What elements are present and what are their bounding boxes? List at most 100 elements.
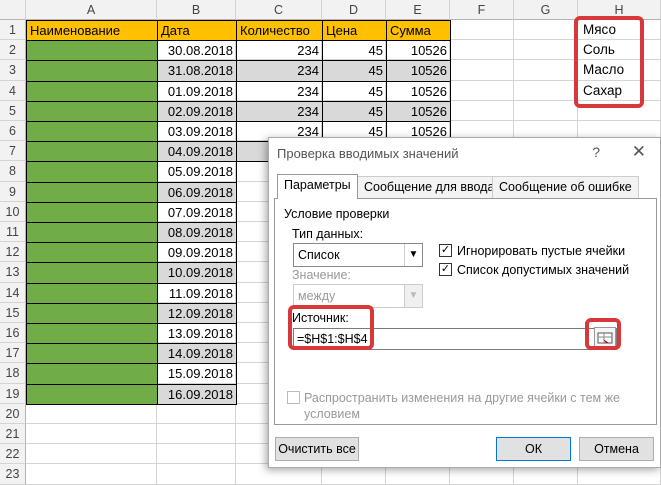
row-header-7[interactable]: 7: [0, 141, 26, 162]
grid-cell[interactable]: [450, 20, 514, 41]
row-header-20[interactable]: 20: [0, 403, 26, 424]
grid-cell[interactable]: [26, 403, 157, 424]
grid-cell[interactable]: [26, 424, 157, 445]
sum-cell[interactable]: 10526: [386, 40, 451, 62]
date-cell[interactable]: 10.09.2018: [157, 262, 237, 284]
ignore-blank-checkbox[interactable]: ✓: [439, 244, 452, 257]
price-cell[interactable]: 45: [322, 100, 387, 122]
column-header-b[interactable]: B: [157, 0, 236, 20]
date-cell[interactable]: 09.09.2018: [157, 242, 237, 264]
sum-cell[interactable]: 10526: [386, 80, 451, 102]
row-header-21[interactable]: 21: [0, 424, 26, 445]
column-header-g[interactable]: G: [514, 0, 578, 20]
row-header-22[interactable]: 22: [0, 444, 26, 465]
row-header-2[interactable]: 2: [0, 40, 26, 61]
tab-input-message[interactable]: Сообщение для ввода: [357, 176, 502, 198]
type-dropdown[interactable]: Список ▼: [293, 243, 423, 267]
grid-cell[interactable]: [157, 424, 236, 445]
row-header-5[interactable]: 5: [0, 100, 26, 121]
name-cell[interactable]: [26, 383, 158, 405]
qty-cell[interactable]: 234: [236, 40, 323, 62]
name-cell[interactable]: [26, 343, 158, 365]
date-cell[interactable]: 07.09.2018: [157, 201, 237, 223]
qty-cell[interactable]: 234: [236, 60, 323, 82]
row-header-15[interactable]: 15: [0, 302, 26, 323]
name-cell[interactable]: [26, 302, 158, 324]
date-cell[interactable]: 14.09.2018: [157, 343, 237, 365]
name-cell[interactable]: [26, 242, 158, 264]
grid-cell[interactable]: [26, 464, 157, 485]
sum-cell[interactable]: 10526: [386, 60, 451, 82]
name-cell[interactable]: [26, 121, 158, 143]
row-header-8[interactable]: 8: [0, 161, 26, 182]
name-cell[interactable]: [26, 262, 158, 284]
date-cell[interactable]: 31.08.2018: [157, 60, 237, 82]
clear-all-button[interactable]: Очистить все: [275, 437, 359, 461]
row-header-17[interactable]: 17: [0, 343, 26, 364]
sum-cell[interactable]: 10526: [386, 100, 451, 122]
cancel-button[interactable]: Отмена: [579, 437, 654, 461]
tab-error-alert[interactable]: Сообщение об ошибке: [492, 176, 639, 198]
name-cell[interactable]: [26, 100, 158, 122]
row-header-14[interactable]: 14: [0, 282, 26, 303]
date-cell[interactable]: 15.09.2018: [157, 363, 237, 385]
grid-cell[interactable]: [26, 444, 157, 465]
row-header-12[interactable]: 12: [0, 242, 26, 263]
tab-settings[interactable]: Параметры: [277, 174, 358, 199]
qty-cell[interactable]: 234: [236, 80, 323, 102]
name-cell[interactable]: [26, 80, 158, 102]
name-cell[interactable]: [26, 181, 158, 203]
name-cell[interactable]: [26, 282, 158, 304]
row-header-19[interactable]: 19: [0, 383, 26, 404]
row-header-3[interactable]: 3: [0, 60, 26, 81]
name-cell[interactable]: [26, 161, 158, 183]
ok-button[interactable]: ОК: [496, 437, 571, 461]
name-cell[interactable]: [26, 40, 158, 62]
select-all-corner[interactable]: [0, 0, 26, 20]
grid-cell[interactable]: [450, 100, 514, 121]
grid-cell[interactable]: [514, 40, 578, 61]
column-header-c[interactable]: C: [236, 0, 322, 20]
price-cell[interactable]: 45: [322, 40, 387, 62]
column-header-e[interactable]: E: [386, 0, 450, 20]
grid-cell[interactable]: [157, 403, 236, 424]
date-cell[interactable]: 01.09.2018: [157, 80, 237, 102]
row-header-11[interactable]: 11: [0, 222, 26, 243]
date-cell[interactable]: 05.09.2018: [157, 161, 237, 183]
name-cell[interactable]: [26, 363, 158, 385]
row-header-9[interactable]: 9: [0, 181, 26, 202]
grid-cell[interactable]: [450, 80, 514, 101]
column-header-d[interactable]: D: [322, 0, 386, 20]
date-cell[interactable]: 03.09.2018: [157, 121, 237, 143]
date-cell[interactable]: 30.08.2018: [157, 40, 237, 62]
close-icon[interactable]: ✕: [632, 142, 646, 162]
name-cell[interactable]: [26, 222, 158, 244]
name-cell[interactable]: [26, 141, 158, 163]
name-cell[interactable]: [26, 323, 158, 345]
date-cell[interactable]: 08.09.2018: [157, 222, 237, 244]
row-header-16[interactable]: 16: [0, 323, 26, 344]
row-header-4[interactable]: 4: [0, 80, 26, 101]
in-cell-dropdown-checkbox[interactable]: ✓: [439, 263, 452, 276]
column-header-f[interactable]: F: [450, 0, 514, 20]
row-header-13[interactable]: 13: [0, 262, 26, 283]
price-cell[interactable]: 45: [322, 80, 387, 102]
name-cell[interactable]: [26, 60, 158, 82]
date-cell[interactable]: 11.09.2018: [157, 282, 237, 304]
price-cell[interactable]: 45: [322, 60, 387, 82]
grid-cell[interactable]: [157, 464, 236, 485]
date-cell[interactable]: 13.09.2018: [157, 323, 237, 345]
grid-cell[interactable]: [514, 80, 578, 101]
date-cell[interactable]: 12.09.2018: [157, 302, 237, 324]
column-header-a[interactable]: A: [26, 0, 157, 20]
grid-cell[interactable]: [157, 444, 236, 465]
row-header-6[interactable]: 6: [0, 121, 26, 142]
grid-cell[interactable]: [514, 60, 578, 81]
row-header-1[interactable]: 1: [0, 20, 26, 41]
row-header-10[interactable]: 10: [0, 201, 26, 222]
row-header-18[interactable]: 18: [0, 363, 26, 384]
help-icon[interactable]: ?: [592, 144, 600, 160]
name-cell[interactable]: [26, 201, 158, 223]
row-header-23[interactable]: 23: [0, 464, 26, 485]
grid-cell[interactable]: [450, 40, 514, 61]
